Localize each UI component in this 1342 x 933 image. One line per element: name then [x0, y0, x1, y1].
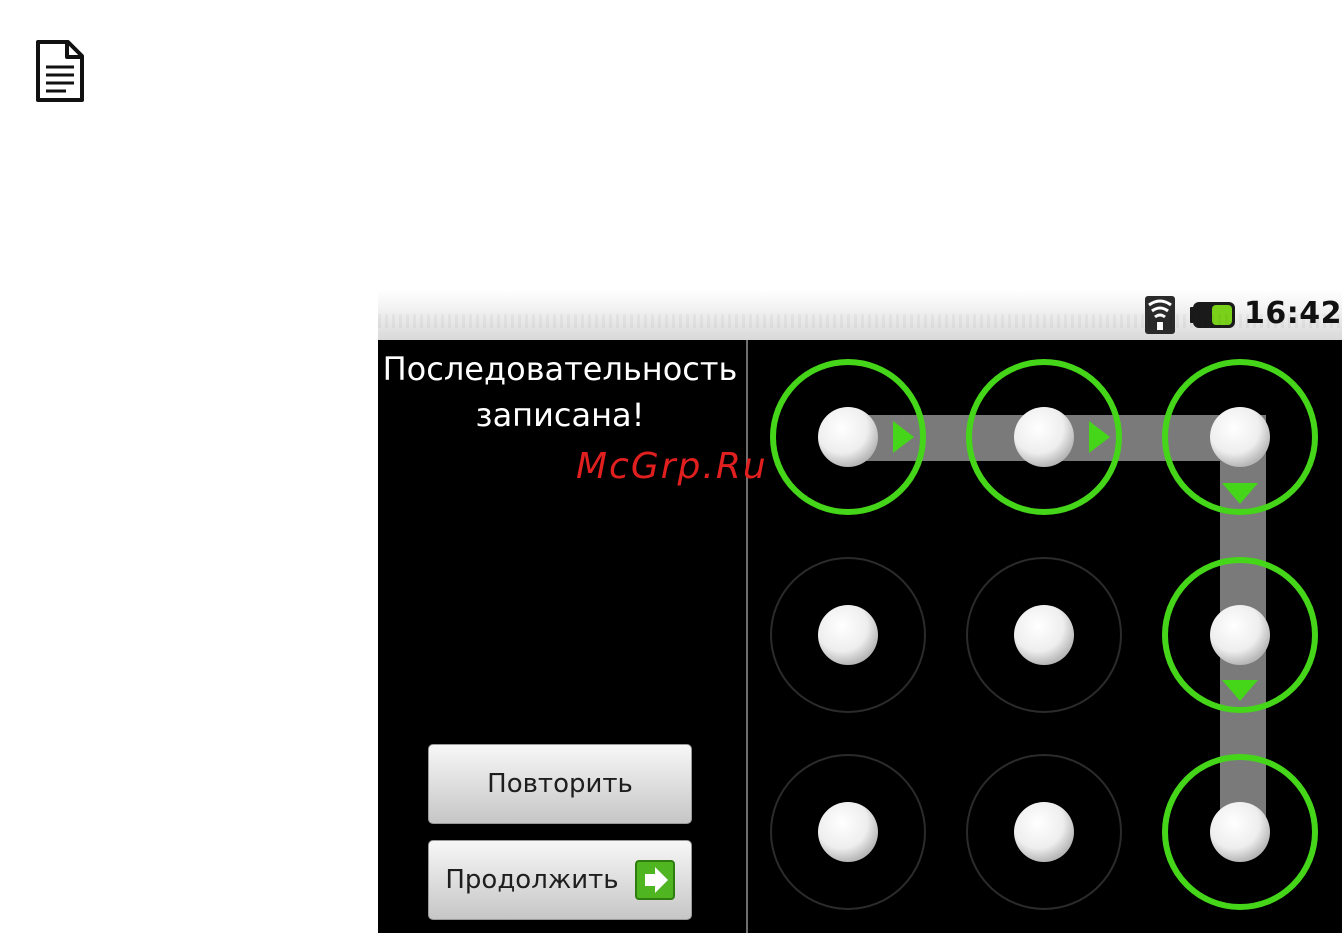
pattern-dot-3[interactable]	[1210, 407, 1270, 467]
status-clock: 16:42	[1244, 296, 1342, 331]
pattern-dot-2[interactable]	[1014, 407, 1074, 467]
pattern-dot-5[interactable]	[1014, 605, 1074, 665]
pattern-dot-4[interactable]	[818, 605, 878, 665]
watermark-text: McGrp.Ru	[576, 446, 768, 487]
arrow-right-icon	[634, 860, 675, 900]
pattern-dot-1[interactable]	[818, 407, 878, 467]
retry-button-label: Повторить	[487, 769, 633, 799]
wifi-icon	[1145, 296, 1175, 334]
pattern-dot-7[interactable]	[818, 802, 878, 862]
unlock-pattern-grid[interactable]	[748, 340, 1342, 933]
retry-button[interactable]: Повторить	[428, 744, 692, 824]
continue-button[interactable]: Продолжить	[428, 840, 692, 920]
status-bar: 16:42	[378, 290, 1342, 340]
document-icon	[36, 40, 84, 102]
pattern-dot-9[interactable]	[1210, 802, 1270, 862]
continue-button-label: Продолжить	[445, 865, 619, 895]
message-line-1: Последовательность	[382, 350, 738, 388]
pattern-dot-6[interactable]	[1210, 605, 1270, 665]
pattern-status-message: Последовательность записана!	[378, 346, 742, 438]
pattern-dot-8[interactable]	[1014, 802, 1074, 862]
battery-icon	[1190, 302, 1235, 328]
message-line-2: записана!	[475, 396, 645, 434]
device-screen: 16:42 Последовательность записана! Повто…	[378, 290, 1342, 933]
